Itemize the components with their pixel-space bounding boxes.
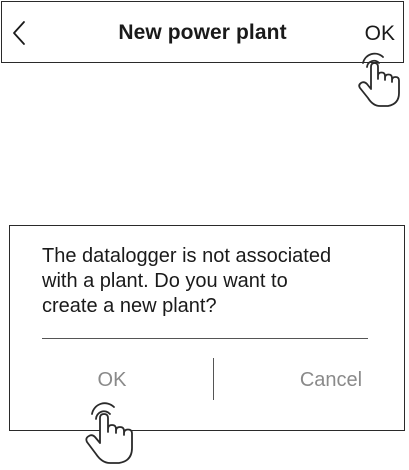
dialog-message: The datalogger is not associated with a … (42, 245, 332, 317)
page-title: New power plant (118, 21, 287, 44)
confirmation-dialog: The datalogger is not associated with a … (9, 225, 405, 431)
dialog-ok-button[interactable]: OK (56, 360, 168, 400)
dialog-divider (42, 338, 368, 339)
button-separator (213, 358, 214, 400)
top-navigation-bar: New power plant OK (1, 1, 404, 63)
dialog-cancel-button[interactable]: Cancel (280, 360, 382, 400)
confirm-ok-button[interactable]: OK (365, 2, 395, 64)
